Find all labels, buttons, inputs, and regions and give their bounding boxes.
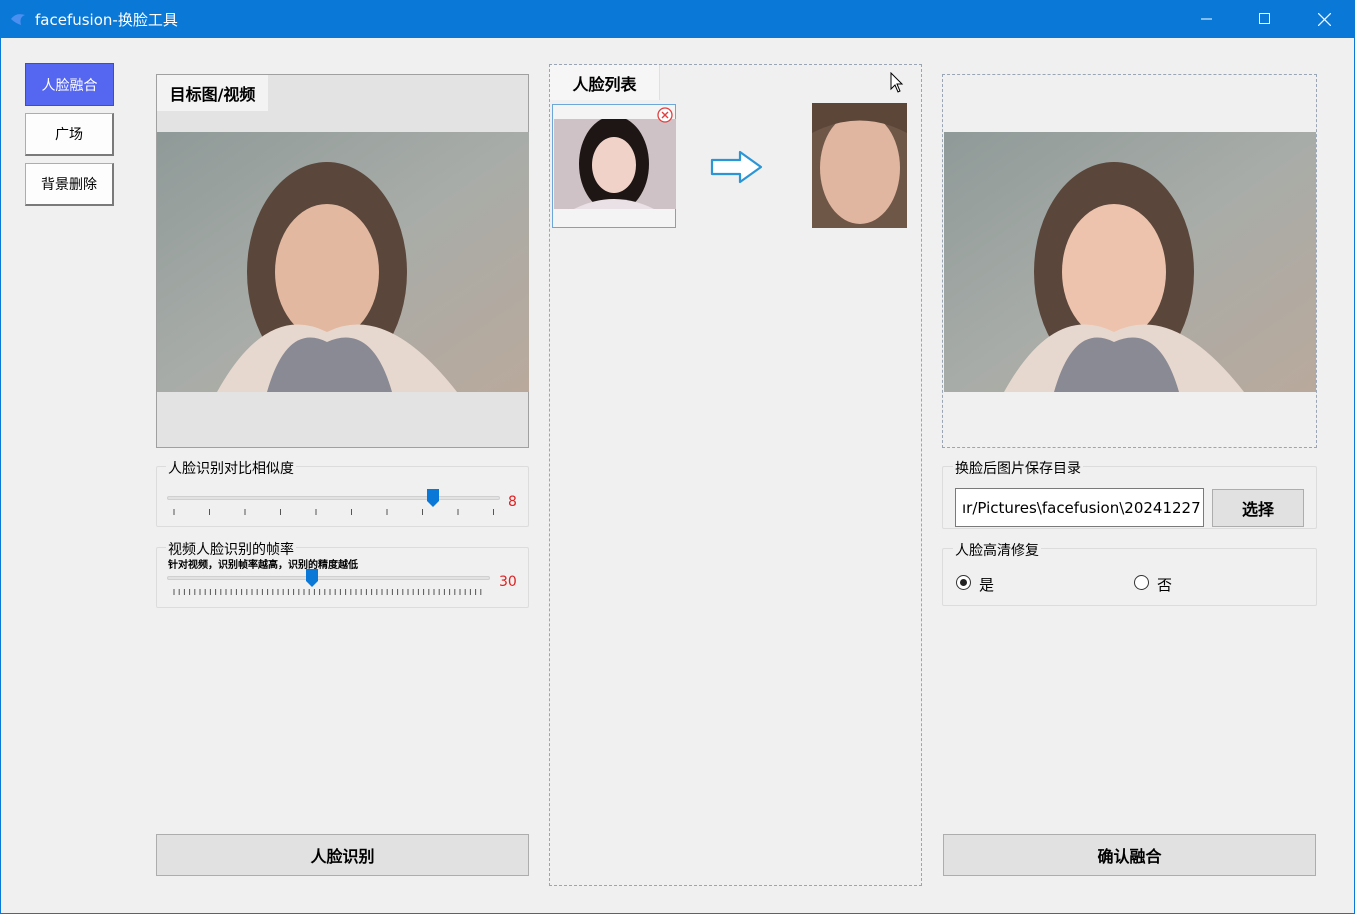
result-panel <box>942 74 1317 448</box>
window-title: facefusion-换脸工具 <box>35 11 178 29</box>
detected-face-image <box>812 103 907 228</box>
enhance-title: 人脸高清修复 <box>953 540 1041 560</box>
result-image <box>944 132 1316 392</box>
enhance-no-radio[interactable] <box>1134 575 1149 590</box>
source-face-card[interactable] <box>552 104 676 228</box>
maximize-icon <box>1259 13 1270 24</box>
enhance-yes-radio[interactable] <box>956 575 971 590</box>
frame-rate-slider-thumb[interactable] <box>306 569 319 587</box>
similarity-slider-thumb[interactable] <box>427 489 440 507</box>
close-icon <box>1317 12 1331 26</box>
frame-rate-value: 30 <box>499 574 517 590</box>
enhance-no-label[interactable]: 否 <box>1157 574 1172 595</box>
remove-face-icon[interactable] <box>657 107 673 123</box>
similarity-ticks <box>173 509 494 515</box>
similarity-slider-track[interactable] <box>167 496 500 500</box>
source-face-image <box>554 119 676 209</box>
enhance-group: 人脸高清修复 是 否 <box>942 540 1317 606</box>
face-list-panel: 人脸列表 <box>549 64 922 886</box>
frame-rate-group: 视频人脸识别的帧率 针对视频，识别帧率越高，识别的精度越低 30 <box>156 539 529 608</box>
nav-face-fusion[interactable]: 人脸融合 <box>25 63 114 106</box>
save-dir-group: 换脸后图片保存目录 ır/Pictures\facefusion\2024122… <box>942 458 1317 529</box>
confirm-fusion-button[interactable]: 确认融合 <box>943 834 1316 876</box>
frame-rate-hint: 针对视频，识别帧率越高，识别的精度越低 <box>168 560 358 571</box>
face-list-tab[interactable]: 人脸列表 <box>550 65 660 100</box>
minimize-button[interactable] <box>1178 0 1236 38</box>
frame-rate-ticks <box>173 589 482 595</box>
minimize-icon <box>1201 18 1212 20</box>
enhance-yes-label[interactable]: 是 <box>979 574 994 595</box>
target-tab[interactable]: 目标图/视频 <box>157 75 268 111</box>
mouse-cursor-icon <box>890 72 904 93</box>
frame-rate-slider-track[interactable] <box>167 576 490 580</box>
similarity-group: 人脸识别对比相似度 8 <box>156 458 529 527</box>
arrow-right-icon <box>710 150 763 184</box>
app-icon <box>11 14 25 25</box>
save-dir-input[interactable]: ır/Pictures\facefusion\20241227 <box>955 488 1204 527</box>
save-dir-title: 换脸后图片保存目录 <box>953 458 1083 478</box>
close-button[interactable] <box>1295 0 1353 38</box>
target-image <box>157 132 529 392</box>
maximize-button[interactable] <box>1236 0 1294 38</box>
detect-face-button[interactable]: 人脸识别 <box>156 834 529 876</box>
title-bar: facefusion-换脸工具 <box>0 0 1355 38</box>
nav-background-remove[interactable]: 背景删除 <box>25 163 114 206</box>
nav-square[interactable]: 广场 <box>25 113 114 156</box>
select-dir-button[interactable]: 选择 <box>1212 489 1304 527</box>
similarity-value: 8 <box>508 494 517 510</box>
target-media-panel[interactable]: 目标图/视频 <box>156 74 529 448</box>
similarity-title: 人脸识别对比相似度 <box>166 458 296 478</box>
